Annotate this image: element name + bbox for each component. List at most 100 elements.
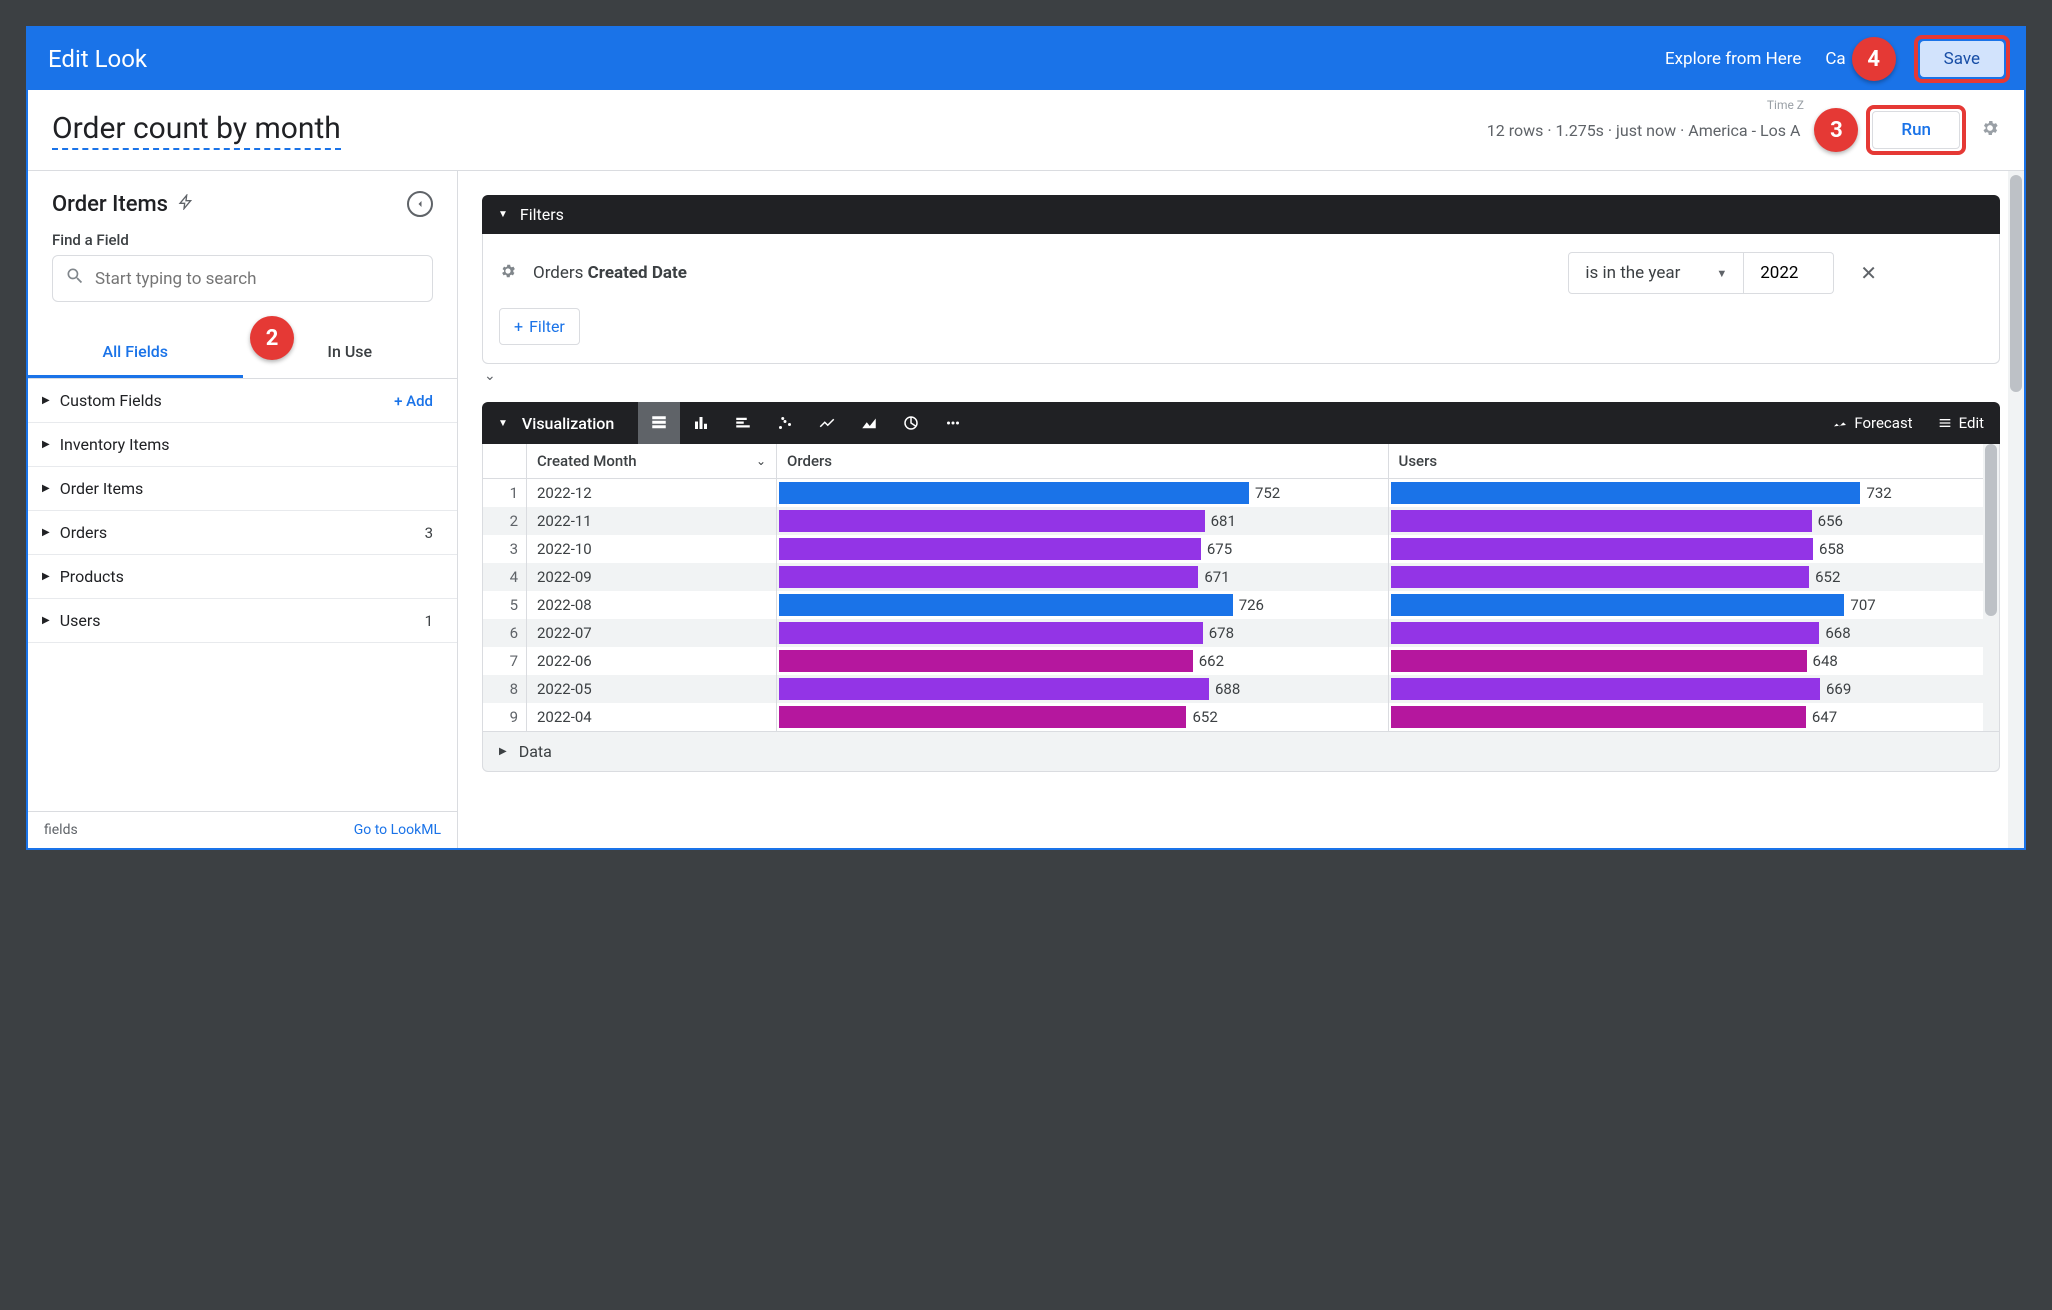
data-section-header[interactable]: ▶ Data: [482, 732, 2000, 772]
viz-bar-icon[interactable]: [722, 402, 764, 444]
viz-column-icon[interactable]: [680, 402, 722, 444]
save-wrap: Save: [1920, 41, 2004, 77]
cell-month: 2022-07: [527, 619, 777, 647]
viz-more-icon[interactable]: [932, 402, 974, 444]
category-label: Custom Fields: [60, 391, 162, 410]
scrollbar-thumb[interactable]: [1985, 444, 1997, 616]
table-row: 62022-07678668: [483, 619, 1999, 647]
add-filter-label: Filter: [529, 317, 565, 336]
col-users[interactable]: Users: [1389, 444, 2000, 478]
cell-orders: 681: [777, 507, 1389, 535]
collapse-toggle-icon[interactable]: ⌄: [482, 364, 2000, 384]
search-input[interactable]: [95, 269, 420, 289]
cell-orders: 675: [777, 535, 1389, 563]
category-orders[interactable]: ▶Orders3: [28, 511, 457, 555]
users-value: 647: [1812, 708, 1837, 726]
orders-value: 678: [1209, 624, 1234, 642]
category-label: Products: [60, 567, 124, 586]
orders-value: 675: [1207, 540, 1232, 558]
cell-users: 669: [1389, 675, 2000, 703]
gear-icon[interactable]: [1980, 118, 2000, 143]
filter-year-input[interactable]: [1744, 252, 1834, 294]
add-custom-field-link[interactable]: + Add: [394, 392, 433, 410]
query-meta: Time Z 12 rows · 1.275s · just now · Ame…: [1487, 108, 2000, 152]
results-grid: Created Month ⌄ Orders Users 12022-12752…: [482, 444, 2000, 732]
grid-header-row: Created Month ⌄ Orders Users: [483, 444, 1999, 479]
orders-bar: [779, 594, 1233, 616]
titlebar: Order count by month Time Z 12 rows · 1.…: [28, 90, 2024, 171]
search-field-box[interactable]: [52, 255, 433, 302]
callout-2: 2: [250, 316, 294, 360]
collapse-sidebar-icon[interactable]: [407, 191, 433, 217]
users-bar: [1391, 678, 1821, 700]
chevron-down-icon[interactable]: ▼: [498, 418, 508, 429]
viz-header-right: Forecast Edit: [1832, 414, 1984, 432]
users-value: 652: [1815, 568, 1840, 586]
cell-users: 648: [1389, 647, 2000, 675]
look-title-input[interactable]: Order count by month: [52, 111, 341, 150]
row-index: 9: [483, 703, 527, 731]
orders-value: 662: [1199, 652, 1224, 670]
category-custom-fields[interactable]: ▶ Custom Fields + Add: [28, 379, 457, 423]
orders-bar: [779, 622, 1203, 644]
cell-orders: 652: [777, 703, 1389, 731]
cell-users: 668: [1389, 619, 2000, 647]
chevron-right-icon: ▶: [42, 395, 50, 406]
main-body: Order Items Find a Field: [28, 171, 2024, 848]
col-created-month[interactable]: Created Month ⌄: [527, 444, 777, 478]
category-label: Inventory Items: [60, 435, 170, 454]
filter-operator-value: is in the year: [1585, 263, 1680, 283]
viz-pie-icon[interactable]: [890, 402, 932, 444]
callout-3: 3: [1814, 108, 1858, 152]
category-order-items[interactable]: ▶Order Items: [28, 467, 457, 511]
tab-all-fields[interactable]: All Fields: [28, 328, 243, 378]
cancel-link[interactable]: Ca: [1825, 49, 1845, 69]
category-products[interactable]: ▶Products: [28, 555, 457, 599]
viz-scatter-icon[interactable]: [764, 402, 806, 444]
viz-line-icon[interactable]: [806, 402, 848, 444]
cell-users: 658: [1389, 535, 2000, 563]
table-row: 82022-05688669: [483, 675, 1999, 703]
visualization-title: Visualization: [522, 414, 614, 433]
table-row: 72022-06662648: [483, 647, 1999, 675]
col-orders[interactable]: Orders: [777, 444, 1389, 478]
filter-view-name: Orders: [533, 263, 583, 283]
run-button[interactable]: Run: [1872, 111, 1960, 149]
viz-table-icon[interactable]: [638, 402, 680, 444]
grid-scrollbar[interactable]: [1983, 444, 1999, 731]
cell-month: 2022-09: [527, 563, 777, 591]
filter-operator-select[interactable]: is in the year ▼: [1568, 252, 1744, 294]
viz-area-icon[interactable]: [848, 402, 890, 444]
orders-value: 752: [1255, 484, 1280, 502]
filter-gear-icon[interactable]: [499, 262, 517, 284]
explore-from-here-link[interactable]: Explore from Here: [1665, 49, 1801, 69]
filters-body: Orders Created Date is in the year ▼ ✕: [482, 234, 2000, 364]
filters-header[interactable]: ▼ Filters: [482, 195, 2000, 234]
col-month-label: Created Month: [537, 452, 637, 470]
remove-filter-icon[interactable]: ✕: [1860, 261, 1877, 285]
save-button[interactable]: Save: [1920, 41, 2004, 77]
cell-orders: 752: [777, 479, 1389, 507]
cell-users: 647: [1389, 703, 2000, 731]
main-scrollbar[interactable]: [2008, 171, 2024, 848]
topbar: Edit Look Explore from Here Ca 4 Save: [28, 28, 2024, 90]
viz-edit-button[interactable]: Edit: [1937, 414, 1984, 432]
orders-bar: [779, 678, 1209, 700]
bolt-icon[interactable]: [178, 194, 194, 215]
table-row: 22022-11681656: [483, 507, 1999, 535]
cell-month: 2022-08: [527, 591, 777, 619]
add-filter-button[interactable]: + Filter: [499, 308, 580, 345]
cell-orders: 662: [777, 647, 1389, 675]
category-inventory-items[interactable]: ▶Inventory Items: [28, 423, 457, 467]
orders-bar: [779, 538, 1201, 560]
forecast-button[interactable]: Forecast: [1832, 414, 1912, 432]
cell-month: 2022-12: [527, 479, 777, 507]
go-to-lookml-link[interactable]: Go to LookML: [354, 822, 441, 838]
scrollbar-thumb[interactable]: [2010, 175, 2022, 392]
cell-month: 2022-06: [527, 647, 777, 675]
grid-body[interactable]: 12022-1275273222022-1168165632022-106756…: [483, 479, 1999, 731]
cell-month: 2022-11: [527, 507, 777, 535]
table-row: 52022-08726707: [483, 591, 1999, 619]
category-users[interactable]: ▶Users1: [28, 599, 457, 643]
topbar-actions: Explore from Here Ca 4 Save: [1665, 37, 2004, 81]
